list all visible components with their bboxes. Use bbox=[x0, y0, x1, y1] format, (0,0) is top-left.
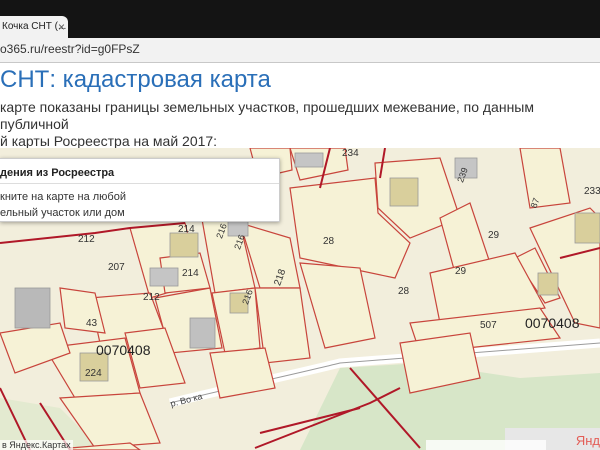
browser-tab-strip: Кочка СНТ (... × bbox=[0, 0, 600, 38]
building bbox=[149, 267, 179, 287]
url-text[interactable]: o365.ru/reestr?id=g0FPsZ bbox=[0, 42, 140, 56]
description-line-1: карте показаны границы земельных участко… bbox=[0, 99, 534, 132]
parcel-number-label: 29 bbox=[455, 266, 467, 277]
block-number-label: 0070408 bbox=[525, 315, 580, 331]
parcel-number-label: 28 bbox=[398, 286, 410, 297]
page-title: СНТ: кадастровая карта bbox=[0, 66, 271, 93]
parcel bbox=[209, 347, 276, 399]
parcel-number-label: 207 bbox=[108, 262, 125, 273]
parcel-number-label: 43 bbox=[86, 318, 98, 329]
browser-tab[interactable]: Кочка СНТ (... × bbox=[0, 16, 68, 38]
building bbox=[189, 317, 216, 349]
info-panel-text: кните на карте на любой ельный участок и… bbox=[0, 189, 200, 221]
parcel-number-label: 234 bbox=[342, 148, 359, 159]
building bbox=[574, 212, 600, 244]
scale-bar bbox=[426, 440, 546, 450]
parcel bbox=[59, 287, 106, 334]
building bbox=[14, 287, 51, 329]
parcel-number-label: 28 bbox=[323, 236, 335, 247]
web-page: СНТ: кадастровая карта карте показаны гр… bbox=[0, 63, 600, 450]
parcel-number-label: 212 bbox=[78, 234, 95, 245]
parcel-number-label: 214 bbox=[178, 224, 195, 235]
building bbox=[389, 177, 419, 207]
info-panel-title: дения из Росреестра bbox=[0, 167, 115, 179]
building bbox=[294, 152, 324, 168]
address-bar[interactable]: o365.ru/reestr?id=g0FPsZ bbox=[0, 38, 600, 63]
rosreestr-info-panel: дения из Росреестра кните на карте на лю… bbox=[0, 158, 280, 222]
parcel-number-label: 233 bbox=[584, 186, 600, 197]
building bbox=[537, 272, 559, 296]
tab-close-icon[interactable]: × bbox=[58, 16, 65, 38]
info-panel-line-1: кните на карте на любой bbox=[0, 191, 126, 203]
parcel-number-label: 29 bbox=[488, 230, 500, 241]
parcel-number-label: 214 bbox=[182, 268, 199, 279]
info-panel-line-2: ельный участок или дом bbox=[0, 207, 125, 219]
parcel-number-label: 507 bbox=[480, 320, 497, 331]
parcel bbox=[299, 262, 376, 349]
parcel bbox=[519, 148, 571, 209]
page-description: карте показаны границы земельных участко… bbox=[0, 99, 590, 150]
tab-title: Кочка СНТ (... bbox=[2, 21, 67, 32]
parcel-number-label: 212 bbox=[143, 292, 160, 303]
block-number-label: 0070408 bbox=[96, 342, 151, 358]
yandex-logo: Янд bbox=[575, 433, 600, 448]
info-panel-divider bbox=[0, 183, 279, 184]
parcel-number-label: 224 bbox=[85, 368, 102, 379]
building bbox=[169, 232, 199, 258]
map-attribution[interactable]: в Яндекс.Картах bbox=[0, 440, 73, 450]
